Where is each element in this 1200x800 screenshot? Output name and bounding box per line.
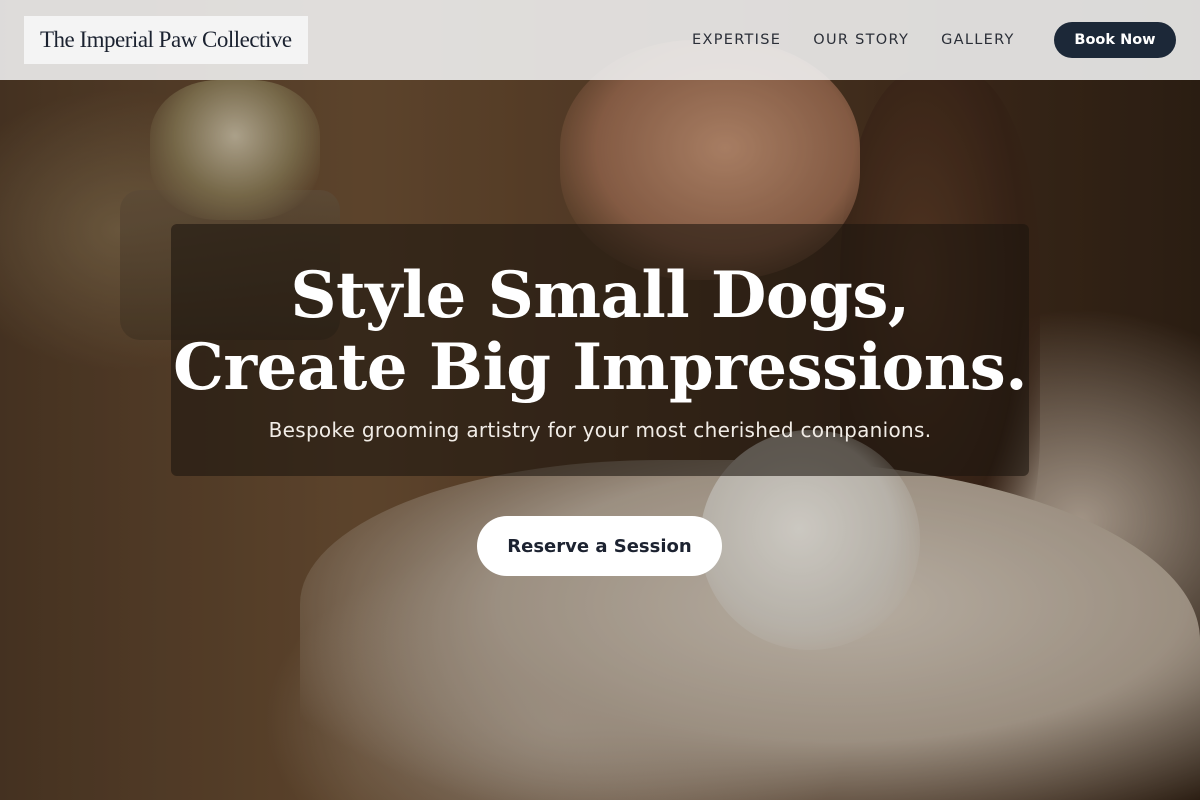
top-navigation-bar: The Imperial Paw Collective EXPERTISE OU…: [0, 0, 1200, 80]
hero-text-card: Style Small Dogs, Create Big Impressions…: [171, 224, 1029, 476]
hero-headline-line-2: Create Big Impressions.: [172, 330, 1028, 405]
reserve-session-button[interactable]: Reserve a Session: [477, 516, 722, 576]
hero-headline-line-1: Style Small Dogs,: [290, 258, 910, 333]
nav-link-gallery[interactable]: GALLERY: [925, 32, 1031, 48]
nav-links: EXPERTISE OUR STORY GALLERY: [676, 0, 1031, 80]
nav-link-our-story[interactable]: OUR STORY: [797, 32, 925, 48]
book-now-button[interactable]: Book Now: [1054, 22, 1176, 58]
nav-link-expertise[interactable]: EXPERTISE: [676, 32, 797, 48]
hero-subtitle: Bespoke grooming artistry for your most …: [268, 418, 932, 442]
brand-logo[interactable]: The Imperial Paw Collective: [24, 16, 308, 64]
